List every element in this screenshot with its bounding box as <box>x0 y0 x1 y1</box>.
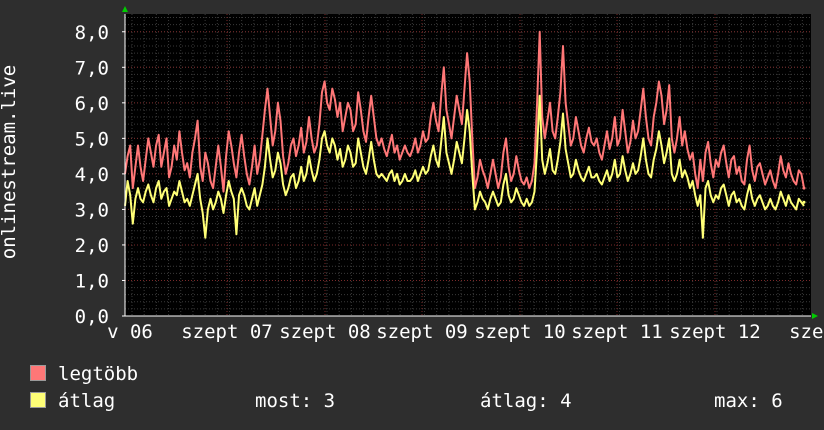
legend-swatch-avg <box>30 392 46 408</box>
legend-label-max: legtöbb <box>58 363 139 385</box>
stat-max: max: 6 <box>714 390 783 412</box>
legend-item-max: legtöbb <box>30 363 138 385</box>
stat-average: átlag: 4 <box>480 390 572 412</box>
y-tick-label: 3,0 <box>75 199 109 221</box>
series-endpoint-max <box>802 186 806 190</box>
series-endpoint-avg <box>802 200 806 204</box>
y-tick-label: 1,0 <box>75 270 109 292</box>
y-tick-label: 8,0 <box>75 22 109 44</box>
y-axis-label: onlinestream.live <box>0 64 20 260</box>
x-tick-label: szept 12 <box>669 321 761 343</box>
x-tick-label: szept 09 <box>376 321 468 343</box>
y-axis-arrow-icon <box>122 6 128 12</box>
y-tick-label: 7,0 <box>75 57 109 79</box>
y-tick-label: 5,0 <box>75 128 109 150</box>
x-tick-label: szept 10 <box>474 321 566 343</box>
x-tick-label: szept 08 <box>279 321 371 343</box>
x-axis-arrow-icon <box>812 313 818 319</box>
y-tick-label: 0,0 <box>75 306 109 328</box>
legend-item-avg: átlag <box>30 390 115 412</box>
y-tick-label: 4,0 <box>75 164 109 186</box>
y-axis-ticks: 0,0 1,0 2,0 3,0 4,0 5,0 6,0 7,0 8,0 <box>75 22 125 328</box>
legend-swatch-max <box>30 365 46 381</box>
y-tick-label: 6,0 <box>75 93 109 115</box>
legend-label-avg: átlag <box>58 390 116 412</box>
x-axis-ticks: v 06 szept 07 szept 08 szept 09 szept 10 szep… <box>107 321 824 343</box>
stat-current: most: 3 <box>255 390 336 412</box>
x-tick-label: szept 11 <box>571 321 663 343</box>
x-tick-label: v 06 <box>107 321 153 343</box>
x-tick-label: szep <box>789 321 824 343</box>
x-tick-label: szept 07 <box>181 321 273 343</box>
y-tick-label: 2,0 <box>75 235 109 257</box>
